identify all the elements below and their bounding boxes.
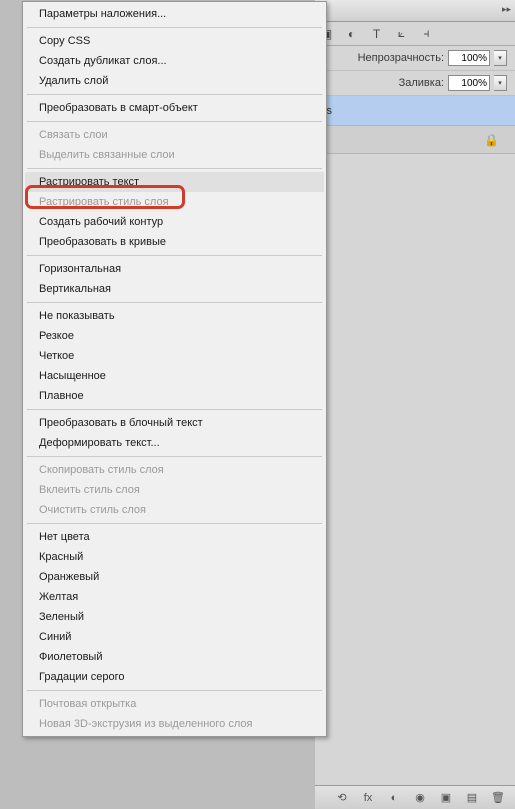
menu-separator	[27, 94, 322, 95]
menu-separator	[27, 456, 322, 457]
mask-icon[interactable]: ◐	[387, 791, 401, 805]
menu-aa-strong[interactable]: Насыщенное	[25, 366, 324, 386]
menu-clear-layer-style: Очистить стиль слоя	[25, 500, 324, 520]
layers-panel: ▸▸ ▣ ◐ T ⟀ ⫞ Непрозрачность: ▾ Заливка: …	[315, 0, 515, 809]
menu-aa-sharp[interactable]: Резкое	[25, 326, 324, 346]
adjustment-filter-icon[interactable]: ◐	[344, 26, 359, 41]
smart-filter-icon[interactable]: ⫞	[419, 26, 434, 41]
group-icon[interactable]: ▣	[439, 791, 453, 805]
menu-duplicate-layer[interactable]: Создать дубликат слоя...	[25, 51, 324, 71]
new-layer-icon[interactable]: ▤	[465, 791, 479, 805]
menu-color-gray[interactable]: Градации серого	[25, 667, 324, 687]
menu-create-work-path[interactable]: Создать рабочий контур	[25, 212, 324, 232]
menu-aa-none[interactable]: Не показывать	[25, 306, 324, 326]
expand-arrows-icon[interactable]: ▸▸	[502, 4, 511, 15]
menu-separator	[27, 409, 322, 410]
layer-lock-row: 🔒	[315, 126, 515, 154]
opacity-label: Непрозрачность:	[358, 52, 444, 64]
menu-color-blue[interactable]: Синий	[25, 627, 324, 647]
menu-blending-options[interactable]: Параметры наложения...	[25, 4, 324, 24]
menu-color-yellow[interactable]: Желтая	[25, 587, 324, 607]
menu-link-layers: Связать слои	[25, 125, 324, 145]
menu-vertical[interactable]: Вертикальная	[25, 279, 324, 299]
menu-paste-layer-style: Вклеить стиль слоя	[25, 480, 324, 500]
menu-separator	[27, 121, 322, 122]
trash-icon[interactable]: 🗑	[491, 791, 505, 805]
layers-empty-area	[315, 154, 515, 494]
type-filter-icon[interactable]: T	[369, 26, 384, 41]
panel-tab-strip: ▸▸	[315, 0, 515, 22]
menu-color-red[interactable]: Красный	[25, 547, 324, 567]
menu-postcard: Почтовая открытка	[25, 694, 324, 714]
opacity-input[interactable]	[448, 50, 490, 66]
menu-copy-css[interactable]: Copy CSS	[25, 31, 324, 51]
fill-input[interactable]	[448, 75, 490, 91]
menu-select-linked: Выделить связанные слои	[25, 145, 324, 165]
menu-separator	[27, 523, 322, 524]
menu-separator	[27, 168, 322, 169]
menu-separator	[27, 690, 322, 691]
menu-rasterize-type[interactable]: Растрировать текст	[25, 172, 324, 192]
menu-color-none[interactable]: Нет цвета	[25, 527, 324, 547]
menu-rasterize-style: Растрировать стиль слоя	[25, 192, 324, 212]
menu-color-violet[interactable]: Фиолетовый	[25, 647, 324, 667]
menu-color-orange[interactable]: Оранжевый	[25, 567, 324, 587]
adjustment-icon[interactable]: ◉	[413, 791, 427, 805]
menu-convert-shape[interactable]: Преобразовать в кривые	[25, 232, 324, 252]
shape-filter-icon[interactable]: ⟀	[394, 26, 409, 41]
fx-icon[interactable]: fx	[361, 791, 375, 805]
layers-bottom-bar: ⟲ fx ◐ ◉ ▣ ▤ 🗑	[315, 785, 515, 809]
menu-separator	[27, 255, 322, 256]
menu-3d-extrusion: Новая 3D-экструзия из выделенного слоя	[25, 714, 324, 734]
menu-convert-smart-object[interactable]: Преобразовать в смарт-объект	[25, 98, 324, 118]
menu-aa-crisp[interactable]: Четкое	[25, 346, 324, 366]
link-layers-icon[interactable]: ⟲	[335, 791, 349, 805]
menu-warp-text[interactable]: Деформировать текст...	[25, 433, 324, 453]
menu-convert-paragraph[interactable]: Преобразовать в блочный текст	[25, 413, 324, 433]
menu-horizontal[interactable]: Горизонтальная	[25, 259, 324, 279]
opacity-dropdown-button[interactable]: ▾	[494, 50, 507, 66]
menu-separator	[27, 302, 322, 303]
layer-item-selected[interactable]: cs	[315, 96, 515, 126]
fill-label: Заливка:	[399, 77, 444, 89]
opacity-row: Непрозрачность: ▾	[315, 46, 515, 71]
layer-filter-row: ▣ ◐ T ⟀ ⫞	[315, 22, 515, 46]
menu-separator	[27, 27, 322, 28]
lock-icon[interactable]: 🔒	[484, 133, 499, 147]
menu-aa-smooth[interactable]: Плавное	[25, 386, 324, 406]
fill-row: Заливка: ▾	[315, 71, 515, 96]
menu-delete-layer[interactable]: Удалить слой	[25, 71, 324, 91]
fill-dropdown-button[interactable]: ▾	[494, 75, 507, 91]
menu-copy-layer-style: Скопировать стиль слоя	[25, 460, 324, 480]
menu-color-green[interactable]: Зеленый	[25, 607, 324, 627]
layer-context-menu: Параметры наложения... Copy CSS Создать …	[22, 1, 327, 737]
